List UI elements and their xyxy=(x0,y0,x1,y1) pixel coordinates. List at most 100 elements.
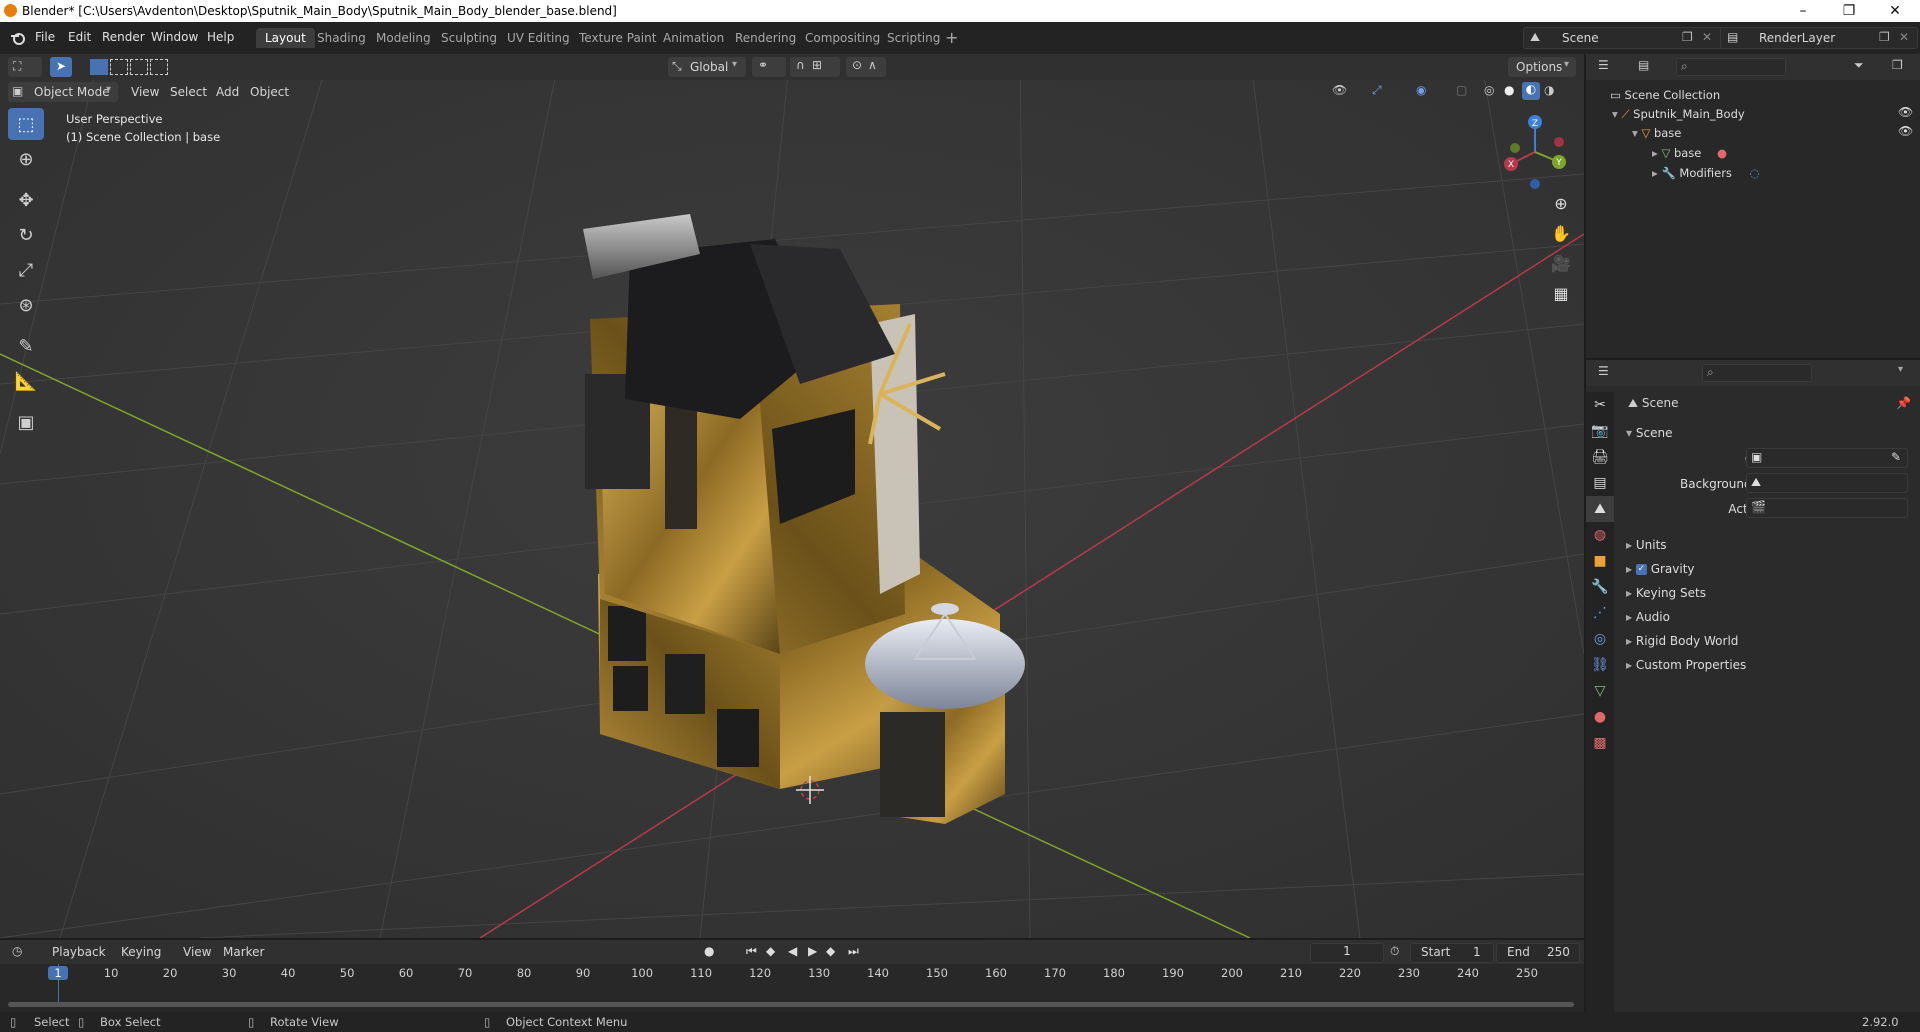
maximize-button[interactable]: ❐ xyxy=(1826,0,1872,22)
editor-type-icon[interactable]: ☰ xyxy=(1598,364,1609,378)
display-mode-icon[interactable]: ▤ xyxy=(1638,58,1649,72)
filter-icon[interactable]: ⏷ xyxy=(1854,58,1864,73)
select-new-icon[interactable] xyxy=(90,59,108,75)
tab-uv-editing[interactable]: UV Editing xyxy=(498,28,579,48)
jump-start-icon[interactable]: ⏮ xyxy=(746,944,757,959)
panel-units[interactable]: ▸ Units xyxy=(1626,538,1667,552)
move-icon[interactable]: ✥ xyxy=(8,184,44,216)
visibility-icon[interactable]: 👁 xyxy=(1332,83,1347,97)
render-tab-icon[interactable]: 📷 xyxy=(1586,418,1614,444)
menu-select[interactable]: Select xyxy=(170,85,207,99)
outliner-row[interactable]: ▸ 🔧 Modifiers ◌ xyxy=(1652,163,1760,183)
new-collection-icon[interactable]: ❐ xyxy=(1892,58,1903,72)
modifier-tab-icon[interactable]: 🔧 xyxy=(1586,574,1614,600)
editor-type-button[interactable]: ⛶ xyxy=(8,57,42,77)
active-clip-field[interactable]: 🎬 xyxy=(1746,498,1908,518)
menu-edit[interactable]: Edit xyxy=(68,30,91,44)
pin-icon[interactable]: 📌 xyxy=(1896,396,1911,410)
tab-modeling[interactable]: Modeling xyxy=(367,28,440,48)
xray-icon[interactable]: ▢ xyxy=(1456,83,1467,97)
background-scene-field[interactable]: ⛰ xyxy=(1746,473,1908,493)
material-preview-icon[interactable]: ◐ xyxy=(1522,82,1540,100)
rendered-shading-icon[interactable]: ◑ xyxy=(1544,83,1554,97)
physics-tab-icon[interactable]: ◎ xyxy=(1586,626,1614,652)
annotate-icon[interactable]: ✎ xyxy=(8,330,44,362)
blender-menu-icon[interactable] xyxy=(10,30,26,46)
expand-arrow-icon[interactable]: ▸ xyxy=(1652,166,1658,180)
gizmo-icon[interactable]: ⤢ xyxy=(1372,83,1382,98)
gravity-checkbox[interactable]: ✓ xyxy=(1635,564,1647,575)
menu-help[interactable]: Help xyxy=(207,30,234,44)
options-dropdown[interactable]: Options ▾ xyxy=(1508,57,1576,77)
menu-view[interactable]: View xyxy=(131,85,159,99)
add-workspace-button[interactable]: + xyxy=(945,28,958,47)
new-view-layer-icon[interactable]: ❐ xyxy=(1879,30,1890,44)
jump-end-icon[interactable]: ⏭ xyxy=(848,944,859,959)
scene-selector[interactable]: ⛰ Scene ❐ ✕ xyxy=(1523,27,1745,49)
stopwatch-icon[interactable]: ⏱ xyxy=(1390,944,1399,959)
scale-icon[interactable]: ⤢ xyxy=(8,254,44,286)
current-frame-field[interactable]: 1 xyxy=(1310,943,1384,963)
timeline-scrollbar[interactable] xyxy=(8,1002,1574,1007)
select-box-icon[interactable]: ⬚ xyxy=(8,108,44,140)
transform-icon[interactable]: ⊛ xyxy=(8,289,44,321)
tab-sculpting[interactable]: Sculpting xyxy=(432,28,506,48)
next-keyframe-icon[interactable]: ◆ xyxy=(826,944,835,958)
camera-view-icon[interactable]: 🎥 xyxy=(1548,254,1574,284)
tab-compositing[interactable]: Compositing xyxy=(796,28,889,48)
ortho-grid-icon[interactable]: ▦ xyxy=(1548,284,1574,314)
panel-custom-properties[interactable]: ▸ Custom Properties xyxy=(1626,658,1746,672)
scene-tab-icon[interactable]: ⛰ xyxy=(1586,496,1614,522)
particles-tab-icon[interactable]: ⋰ xyxy=(1586,600,1614,626)
delete-view-layer-icon[interactable]: ✕ xyxy=(1899,30,1909,44)
output-tab-icon[interactable]: 🖨 xyxy=(1586,444,1614,470)
outliner-row[interactable]: ▭ Scene Collection xyxy=(1610,85,1720,105)
end-frame-field[interactable]: End 250 xyxy=(1496,943,1580,963)
outliner-row[interactable]: ▾ ▽ base xyxy=(1632,123,1681,143)
measure-icon[interactable]: 📐 xyxy=(8,365,44,397)
select-invert-icon[interactable] xyxy=(150,59,168,75)
material-tab-icon[interactable]: ● xyxy=(1586,704,1614,730)
zoom-icon[interactable]: ⊕ xyxy=(1548,194,1574,224)
eye-icon[interactable]: 👁 xyxy=(1898,105,1913,119)
camera-field[interactable]: ▣ ✎ xyxy=(1746,448,1908,468)
eye-icon[interactable]: 👁 xyxy=(1898,124,1913,138)
menu-add[interactable]: Add xyxy=(216,85,239,99)
outliner-row[interactable]: ▾ ⟋ Sputnik_Main_Body xyxy=(1612,104,1745,124)
chevron-down-icon[interactable]: ▾ xyxy=(1898,364,1903,375)
transform-orientation-dropdown[interactable]: ⤡ Global ▾ xyxy=(668,57,746,77)
pivot-point-dropdown[interactable]: ⚭ xyxy=(752,57,786,77)
add-cube-icon[interactable]: ▣ xyxy=(8,406,44,438)
select-extend-icon[interactable] xyxy=(110,59,128,75)
view-layer-selector[interactable]: ▤ RenderLayer ❐ ✕ xyxy=(1720,27,1918,49)
prev-keyframe-icon[interactable]: ◆ xyxy=(766,944,775,958)
expand-arrow-icon[interactable]: ▸ xyxy=(1652,146,1658,160)
new-scene-icon[interactable]: ❐ xyxy=(1682,30,1693,44)
properties-search-input[interactable]: ⌕ xyxy=(1702,364,1812,382)
panel-keying-sets[interactable]: ▸ Keying Sets xyxy=(1626,586,1706,600)
outliner-search-input[interactable]: ⌕ xyxy=(1676,58,1786,76)
menu-file[interactable]: File xyxy=(35,30,55,44)
tool-tab-icon[interactable]: ✂ xyxy=(1586,392,1614,418)
proportional-edit-dropdown[interactable]: ⊙ ∧ xyxy=(846,57,886,77)
pan-hand-icon[interactable]: ✋ xyxy=(1548,224,1574,254)
menu-view[interactable]: View xyxy=(183,945,211,959)
menu-object[interactable]: Object xyxy=(250,85,289,99)
selection-mode-group[interactable] xyxy=(90,57,180,77)
record-icon[interactable]: ● xyxy=(704,944,714,958)
menu-marker[interactable]: Marker xyxy=(223,945,264,959)
menu-render[interactable]: Render xyxy=(102,30,145,44)
minimize-button[interactable]: – xyxy=(1780,0,1826,22)
tab-animation[interactable]: Animation xyxy=(654,28,733,48)
expand-arrow-icon[interactable]: ▾ xyxy=(1632,126,1638,140)
tab-layout[interactable]: Layout xyxy=(256,28,315,48)
overlay-icon[interactable]: ◉ xyxy=(1416,83,1426,97)
tab-shading[interactable]: Shading xyxy=(308,28,375,48)
3d-viewport[interactable]: ⛶ ➤ ⤡ Global ▾ ⚭ ∩ ⊞ ⊙ ∧ Options ▾ ▣ Objec… xyxy=(0,54,1584,938)
mode-dropdown[interactable]: ▣ Object Mode ▾ xyxy=(8,82,118,102)
data-tab-icon[interactable]: ▽ xyxy=(1586,678,1614,704)
cursor-icon[interactable]: ⊕ xyxy=(8,143,44,175)
snap-dropdown[interactable]: ∩ ⊞ xyxy=(790,57,840,77)
delete-scene-icon[interactable]: ✕ xyxy=(1702,30,1712,44)
play-icon[interactable]: ▶ xyxy=(808,944,817,958)
